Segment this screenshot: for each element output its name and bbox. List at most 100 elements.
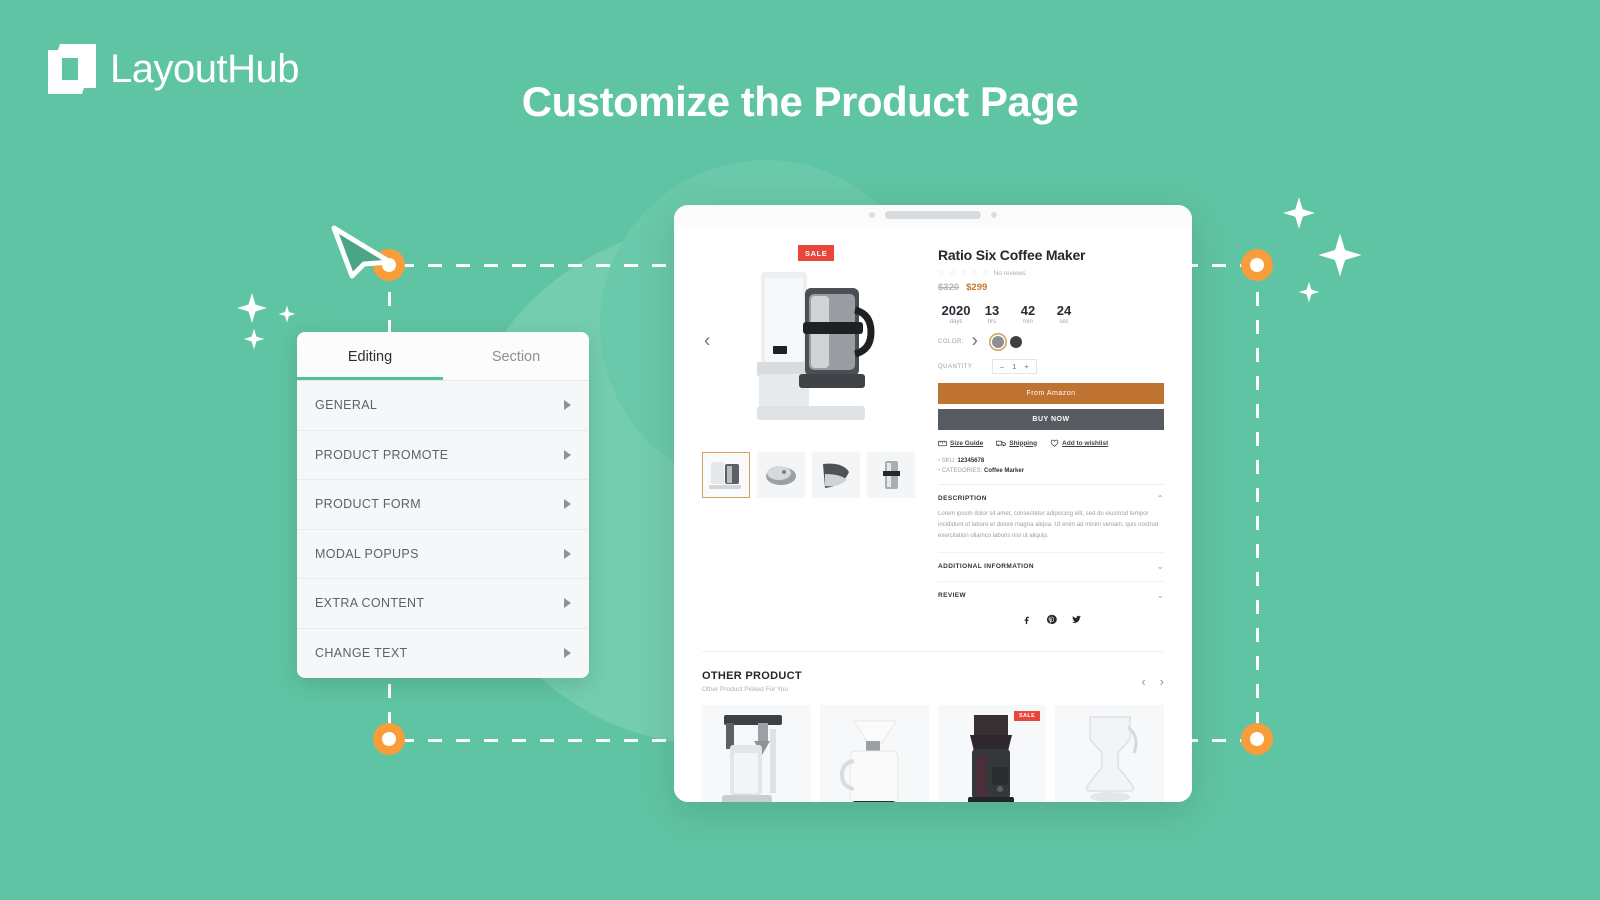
product-title: Ratio Six Coffee Maker	[938, 247, 1086, 263]
panel-row-change-text[interactable]: CHANGE TEXT	[297, 629, 589, 679]
accordion-label: REVIEW	[938, 592, 967, 600]
size-guide-link[interactable]: Size Guide	[938, 440, 983, 447]
address-bar[interactable]	[885, 211, 981, 219]
connector-line-right	[1256, 264, 1259, 742]
accordion-header[interactable]: ADDITIONAL INFORMATION ⌄	[938, 562, 1164, 571]
countdown-minutes: 42 min	[1010, 303, 1046, 325]
coffee-maker-image	[757, 271, 875, 420]
color-swatch-silver[interactable]	[992, 336, 1004, 348]
countdown-label: min	[1023, 319, 1033, 325]
tab-section[interactable]: Section	[443, 332, 589, 380]
page-title: Customize the Product Page	[521, 78, 1079, 125]
quantity-stepper[interactable]: – 1 +	[992, 359, 1037, 374]
browser-dot-icon	[869, 212, 875, 218]
tab-editing[interactable]: Editing	[297, 332, 443, 380]
sparkle-icon-right-1	[1282, 196, 1316, 235]
from-amazon-button[interactable]: From Amazon	[938, 383, 1164, 404]
product-gallery: ‹ ›	[702, 243, 978, 625]
countdown-value: 13	[984, 303, 1000, 318]
sparkle-icon-right-2	[1317, 232, 1363, 283]
other-product-card-1[interactable]	[702, 705, 811, 802]
mouse-cursor-icon	[330, 222, 396, 285]
meta-key: CATEGORIES:	[941, 468, 983, 474]
quantity-label: QUANTITY	[938, 363, 973, 370]
pinterest-icon[interactable]	[1046, 614, 1057, 625]
other-product-grid: SALE	[702, 705, 1164, 802]
countdown-value: 24	[1056, 303, 1072, 318]
ruler-icon	[938, 440, 947, 446]
quantity-increment[interactable]: +	[1024, 362, 1028, 371]
accordion-description[interactable]: DESCRIPTION ⌃ Lorem ipsum dolor sit amet…	[938, 484, 1164, 542]
countdown-label: hrs	[987, 319, 997, 325]
gallery-prev-icon[interactable]: ‹	[704, 331, 710, 350]
meta-sku: SKU: 12345678	[938, 458, 1164, 464]
editing-panel: Editing Section GENERAL PRODUCT PROMOTE …	[297, 332, 589, 678]
accordion-additional-information[interactable]: ADDITIONAL INFORMATION ⌄	[938, 552, 1164, 571]
device-preview: ‹ › SALE Ratio Six Coffee Maker ☆ ☆ ☆ ☆ …	[674, 205, 1192, 802]
sparkle-icon-left-1	[236, 292, 268, 329]
accordion-header[interactable]: DESCRIPTION ⌃	[938, 494, 1164, 503]
pour-over-brewer-image	[722, 715, 783, 802]
carousel-prev-icon[interactable]: ‹	[1141, 674, 1145, 689]
color-option-row: COLOR:	[938, 336, 1164, 348]
chevron-down-icon: ⌄	[1156, 591, 1164, 601]
other-product-card-3[interactable]: SALE	[937, 705, 1047, 802]
quantity-decrement[interactable]: –	[1000, 362, 1004, 371]
panel-row-general[interactable]: GENERAL	[297, 381, 589, 431]
color-swatch-black[interactable]	[1010, 336, 1022, 348]
other-product-card-2[interactable]	[819, 705, 929, 802]
panel-row-modal-popups[interactable]: MODAL POPUPS	[297, 530, 589, 579]
sparkle-icon-left-2	[278, 305, 296, 328]
accordion-review[interactable]: REVIEW ⌄	[938, 581, 1164, 600]
countdown-label: sec	[1059, 319, 1069, 325]
twitter-icon[interactable]	[1071, 614, 1082, 625]
thumbnail-3[interactable]	[812, 452, 860, 498]
countdown-value: 2020	[941, 303, 971, 318]
buy-now-button[interactable]: BUY NOW	[938, 409, 1164, 430]
chevron-down-icon: ⌄	[1156, 562, 1164, 572]
accordion-header[interactable]: REVIEW ⌄	[938, 591, 1164, 600]
chevron-right-icon	[564, 598, 571, 609]
countdown-value: 42	[1020, 303, 1036, 318]
heart-icon	[1050, 439, 1059, 447]
thumbnail-1[interactable]	[702, 452, 750, 498]
star-rating-icon: ☆ ☆ ☆ ☆ ☆	[938, 270, 991, 277]
other-product-subtitle: Other Product Picked For You	[702, 686, 788, 694]
countdown-timer: 2020 days 13 hrs 42 min 24 sec	[938, 303, 1164, 325]
link-label: Add to wishlist	[1062, 439, 1109, 447]
countdown-label: days	[949, 319, 963, 325]
anchor-dot-bottom-right[interactable]	[1241, 723, 1273, 755]
panel-row-label: MODAL POPUPS	[315, 546, 419, 561]
countdown-hours: 13 hrs	[974, 303, 1010, 325]
product-info: SALE Ratio Six Coffee Maker ☆ ☆ ☆ ☆ ☆ No…	[798, 243, 1164, 625]
facebook-icon[interactable]	[1021, 614, 1032, 625]
countdown-seconds: 24 sec	[1046, 303, 1082, 325]
white-carafe-dripper-image	[840, 720, 899, 802]
anchor-dot-top-right[interactable]	[1241, 249, 1273, 281]
truck-icon	[996, 440, 1007, 446]
panel-row-product-form[interactable]: PRODUCT FORM	[297, 480, 589, 530]
thumbnail-4[interactable]	[867, 452, 915, 498]
panel-row-label: EXTRA CONTENT	[315, 596, 425, 611]
chevron-right-icon	[564, 400, 571, 411]
product-thumbnail-strip	[702, 452, 924, 498]
add-to-wishlist-link[interactable]: Add to wishlist	[1050, 439, 1108, 447]
color-label: COLOR:	[938, 339, 965, 345]
accordion-label: ADDITIONAL INFORMATION	[938, 563, 1034, 571]
chevron-right-icon	[564, 648, 571, 659]
sparkle-icon-left-3	[243, 328, 265, 355]
glass-chemex-carafe-image	[1085, 716, 1138, 802]
shipping-link[interactable]: Shipping	[996, 440, 1037, 447]
original-price: $320	[938, 282, 960, 293]
product-price: $320 $299	[938, 282, 1164, 293]
anchor-dot-bottom-left[interactable]	[373, 723, 405, 755]
panel-row-label: GENERAL	[315, 398, 378, 413]
panel-row-extra-content[interactable]: EXTRA CONTENT	[297, 579, 589, 629]
other-product-card-4[interactable]	[1055, 705, 1164, 802]
panel-row-product-promote[interactable]: PRODUCT PROMOTE	[297, 431, 589, 480]
meta-value: Coffee Marker	[984, 468, 1025, 474]
carousel-next-icon[interactable]: ›	[1160, 674, 1164, 689]
link-label: Size Guide	[950, 439, 984, 447]
thumbnail-2[interactable]	[757, 452, 805, 498]
quantity-value: 1	[1012, 362, 1017, 371]
